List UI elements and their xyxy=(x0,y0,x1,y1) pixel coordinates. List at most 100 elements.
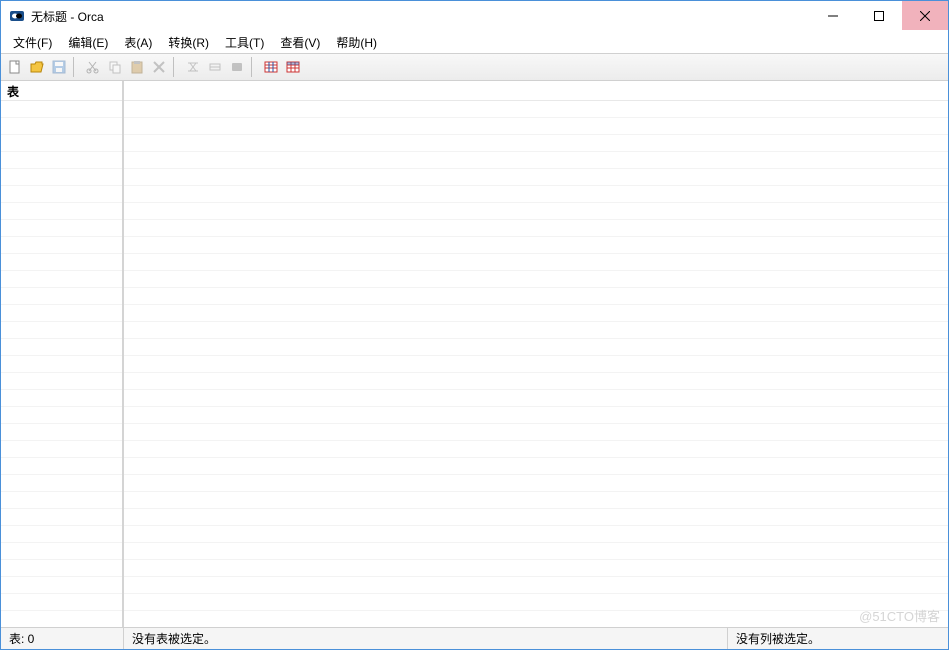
list-item xyxy=(124,424,948,441)
menu-edit[interactable]: 编辑(E) xyxy=(60,32,116,53)
list-item xyxy=(124,390,948,407)
list-item xyxy=(124,594,948,611)
delete-icon[interactable] xyxy=(149,57,169,77)
list-item xyxy=(124,577,948,594)
list-item xyxy=(1,458,122,475)
status-no-column: 没有列被选定。 xyxy=(728,628,948,649)
list-item xyxy=(124,220,948,237)
menu-transform[interactable]: 转换(R) xyxy=(160,32,217,53)
list-item xyxy=(1,186,122,203)
app-window: 无标题 - Orca 文件(F) 编辑(E) 表(A) 转换(R) 工具(T) … xyxy=(0,0,949,650)
toolbar-separator xyxy=(251,57,257,77)
list-item xyxy=(1,509,122,526)
list-item xyxy=(124,169,948,186)
maximize-button[interactable] xyxy=(856,1,902,30)
save-icon[interactable] xyxy=(49,57,69,77)
toolbar-separator xyxy=(73,57,79,77)
list-item xyxy=(124,237,948,254)
list-item xyxy=(124,288,948,305)
list-item xyxy=(124,203,948,220)
list-item xyxy=(1,135,122,152)
menu-file[interactable]: 文件(F) xyxy=(5,32,60,53)
list-item xyxy=(1,254,122,271)
list-item xyxy=(124,305,948,322)
list-item xyxy=(124,475,948,492)
list-item xyxy=(1,356,122,373)
statusbar: 表: 0 没有表被选定。 没有列被选定。 xyxy=(1,627,948,649)
menu-tools[interactable]: 工具(T) xyxy=(217,32,272,53)
list-item xyxy=(124,560,948,577)
list-item xyxy=(124,271,948,288)
list-item xyxy=(1,271,122,288)
list-item xyxy=(1,101,122,118)
list-item xyxy=(124,407,948,424)
detail-header xyxy=(124,81,948,101)
menu-help[interactable]: 帮助(H) xyxy=(328,32,385,53)
tool-icon-2[interactable] xyxy=(205,57,225,77)
new-file-icon[interactable] xyxy=(5,57,25,77)
list-item xyxy=(124,339,948,356)
list-item xyxy=(1,543,122,560)
tables-header[interactable]: 表 xyxy=(1,81,122,101)
paste-icon[interactable] xyxy=(127,57,147,77)
list-item xyxy=(1,305,122,322)
minimize-button[interactable] xyxy=(810,1,856,30)
list-item xyxy=(1,424,122,441)
list-item xyxy=(1,339,122,356)
window-controls xyxy=(810,1,948,31)
list-item xyxy=(124,356,948,373)
list-item xyxy=(1,169,122,186)
list-item xyxy=(1,526,122,543)
list-item xyxy=(124,152,948,169)
list-item xyxy=(1,152,122,169)
list-item xyxy=(1,407,122,424)
tables-panel: 表 xyxy=(1,81,124,627)
app-icon xyxy=(9,8,25,24)
window-title: 无标题 - Orca xyxy=(31,8,810,25)
list-item xyxy=(124,101,948,118)
list-item xyxy=(1,237,122,254)
menubar: 文件(F) 编辑(E) 表(A) 转换(R) 工具(T) 查看(V) 帮助(H) xyxy=(1,31,948,53)
detail-list[interactable] xyxy=(124,101,948,627)
status-no-table: 没有表被选定。 xyxy=(124,628,728,649)
close-button[interactable] xyxy=(902,1,948,30)
titlebar: 无标题 - Orca xyxy=(1,1,948,31)
list-item xyxy=(124,526,948,543)
list-item xyxy=(1,288,122,305)
status-tables-count: 表: 0 xyxy=(1,628,124,649)
cut-icon[interactable] xyxy=(83,57,103,77)
toolbar-separator xyxy=(173,57,179,77)
open-file-icon[interactable] xyxy=(27,57,47,77)
list-item xyxy=(124,186,948,203)
list-item xyxy=(1,475,122,492)
tool-icon-3[interactable] xyxy=(227,57,247,77)
list-item xyxy=(1,577,122,594)
list-item xyxy=(1,390,122,407)
list-item xyxy=(1,373,122,390)
menu-table[interactable]: 表(A) xyxy=(116,32,160,53)
list-item xyxy=(124,135,948,152)
table-icon-1[interactable] xyxy=(261,57,281,77)
list-item xyxy=(124,322,948,339)
toolbar xyxy=(1,53,948,81)
list-item xyxy=(1,118,122,135)
list-item xyxy=(124,441,948,458)
list-item xyxy=(1,594,122,611)
tool-icon-1[interactable] xyxy=(183,57,203,77)
content-area: 表 xyxy=(1,81,948,627)
list-item xyxy=(1,560,122,577)
detail-panel xyxy=(124,81,948,627)
list-item xyxy=(124,509,948,526)
list-item xyxy=(124,543,948,560)
table-icon-2[interactable] xyxy=(283,57,303,77)
list-item xyxy=(124,492,948,509)
list-item xyxy=(124,458,948,475)
list-item xyxy=(1,322,122,339)
menu-view[interactable]: 查看(V) xyxy=(272,32,328,53)
tables-list[interactable] xyxy=(1,101,122,627)
list-item xyxy=(1,203,122,220)
list-item xyxy=(124,254,948,271)
copy-icon[interactable] xyxy=(105,57,125,77)
list-item xyxy=(1,441,122,458)
list-item xyxy=(124,373,948,390)
